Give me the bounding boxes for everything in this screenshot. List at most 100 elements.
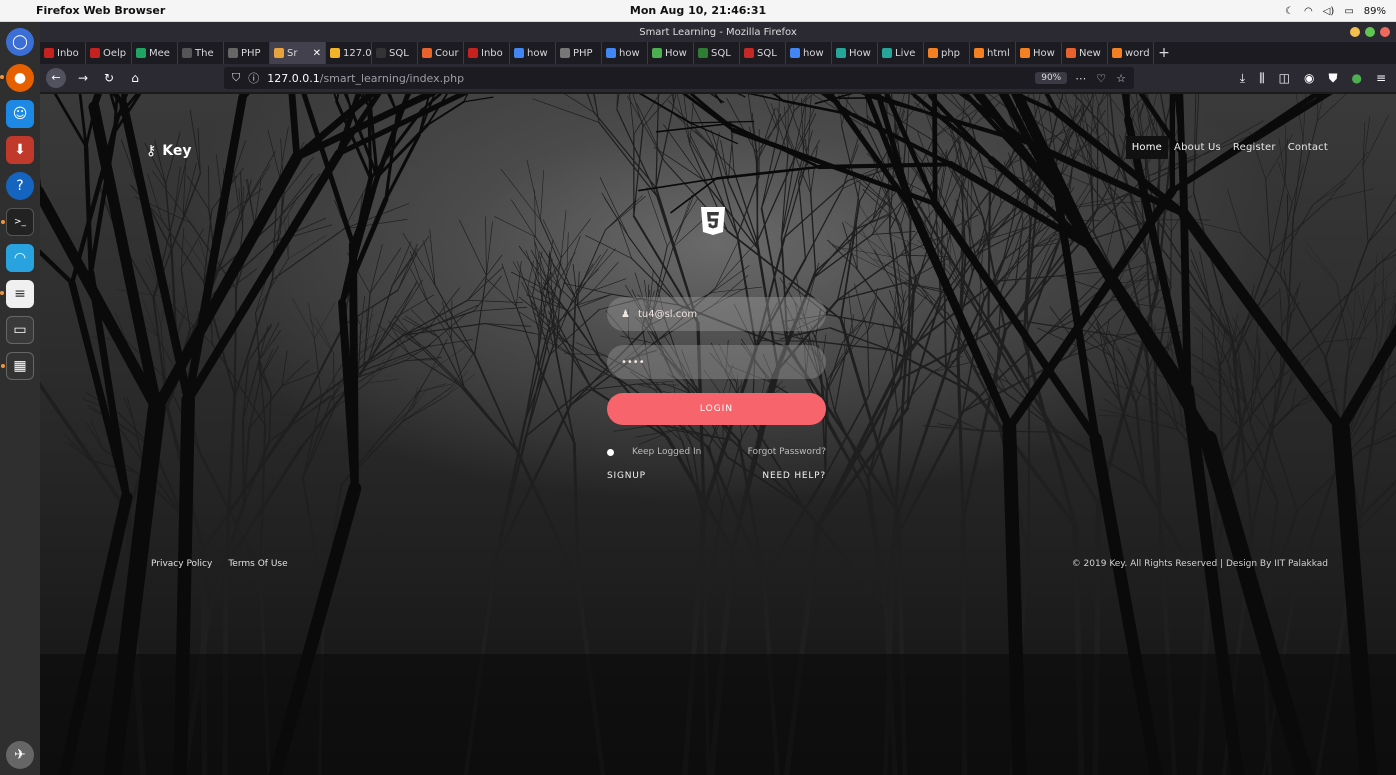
browser-tab[interactable]: Oelp — [86, 42, 132, 64]
bookmark-star-icon[interactable]: ☆ — [1116, 72, 1126, 85]
back-button[interactable]: ← — [46, 68, 66, 88]
page-icon — [560, 48, 570, 58]
firefox-icon[interactable]: ● — [0, 64, 34, 92]
browser-tab[interactable]: Mee — [132, 42, 178, 64]
email-input[interactable] — [637, 308, 808, 320]
browser-tab[interactable]: How — [832, 42, 878, 64]
browser-tab[interactable]: how — [510, 42, 556, 64]
account-icon[interactable]: ◉ — [1304, 71, 1314, 86]
home-button[interactable]: ⌂ — [126, 71, 144, 85]
launchpad-icon[interactable]: ✈ — [6, 741, 34, 769]
moon-icon[interactable]: ☾ — [1285, 6, 1294, 17]
browser-tab[interactable]: PHP — [224, 42, 270, 64]
library-icon[interactable]: ⫼ — [1259, 71, 1265, 86]
terms-of-use-link[interactable]: Terms Of Use — [228, 559, 287, 569]
tab-label: PHP — [241, 47, 261, 59]
calculator-icon[interactable]: ▦ — [1, 352, 34, 380]
sidebar-icon[interactable]: ◫ — [1279, 71, 1290, 86]
close-button[interactable] — [1380, 27, 1390, 37]
downloads-icon[interactable]: ⤓ — [1240, 71, 1245, 86]
software-install-icon[interactable]: ⬇ — [6, 136, 34, 164]
tab-bar: Inbo Oelp Mee The PHP Sr ✕ 127.0 SQL Cour Inbo how P… — [40, 42, 1396, 64]
nav-register[interactable]: Register — [1227, 136, 1282, 159]
zoom-level[interactable]: 90% — [1035, 72, 1068, 84]
nav-about-us[interactable]: About Us — [1168, 136, 1227, 159]
login-form: ♟ LOGIN Keep Logged In Forgot Password? … — [607, 297, 826, 481]
ublock-icon[interactable]: ⛊ — [1328, 71, 1337, 86]
help-icon[interactable]: ? — [6, 172, 34, 200]
page-actions-icon[interactable]: ⋯ — [1075, 72, 1086, 85]
browser-tab[interactable]: Inbo — [464, 42, 510, 64]
login-links: SIGNUP NEED HELP? — [607, 471, 826, 481]
nav-contact[interactable]: Contact — [1282, 136, 1334, 159]
browser-tab[interactable]: PHP — [556, 42, 602, 64]
signup-link[interactable]: SIGNUP — [607, 471, 646, 481]
chromium-icon[interactable]: ◯ — [6, 28, 34, 56]
battery-icon[interactable]: ▭ — [1344, 6, 1353, 17]
leaf-icon — [652, 48, 662, 58]
text-editor-icon[interactable]: ≡ — [0, 280, 34, 308]
site-logo[interactable]: ⚷ Key — [146, 143, 192, 159]
new-tab-button[interactable]: + — [1154, 42, 1174, 64]
password-field[interactable] — [607, 345, 826, 379]
browser-tab[interactable]: how — [602, 42, 648, 64]
terminal-icon[interactable]: >_ — [1, 208, 34, 236]
browser-tab[interactable]: how — [786, 42, 832, 64]
maximize-button[interactable] — [1365, 27, 1375, 37]
forgot-password-link[interactable]: Forgot Password? — [748, 447, 826, 457]
system-menubar: Firefox Web Browser Mon Aug 10, 21:46:31… — [0, 0, 1396, 22]
menu-icon[interactable]: ≡ — [1376, 71, 1386, 86]
browser-tab[interactable]: How — [1016, 42, 1062, 64]
tab-close-icon[interactable]: ✕ — [313, 48, 321, 59]
shield-icon[interactable]: ⛉ — [232, 71, 240, 85]
tab-label: New — [1079, 47, 1101, 59]
pocket-icon[interactable]: ♡ — [1096, 72, 1106, 85]
browser-tab[interactable]: word — [1108, 42, 1154, 64]
volume-icon[interactable]: ◁) — [1323, 6, 1335, 17]
login-button[interactable]: LOGIN — [607, 393, 826, 425]
page-icon — [228, 48, 238, 58]
wifi-settings-icon[interactable]: ◠ — [6, 244, 34, 272]
tab-label: Mee — [149, 47, 170, 59]
finder-icon[interactable]: ☺ — [6, 100, 34, 128]
browser-tab[interactable]: Inbo — [40, 42, 86, 64]
browser-tab[interactable]: The — [178, 42, 224, 64]
status-area: ☾ ◠ ◁) ▭ 89% — [1285, 0, 1386, 22]
need-help-link[interactable]: NEED HELP? — [762, 471, 826, 481]
info-icon[interactable]: ⓘ — [248, 70, 259, 86]
browser-tab[interactable]: 127.0 — [326, 42, 372, 64]
browser-tab[interactable]: SQL — [740, 42, 786, 64]
password-input[interactable] — [621, 356, 791, 368]
browser-tab[interactable]: New — [1062, 42, 1108, 64]
browser-tab[interactable]: SQL — [694, 42, 740, 64]
do-icon — [744, 48, 754, 58]
privacy-policy-link[interactable]: Privacy Policy — [151, 559, 212, 569]
browser-tab[interactable]: Cour — [418, 42, 464, 64]
browser-tab[interactable]: SQL — [372, 42, 418, 64]
active-app-name[interactable]: Firefox Web Browser — [36, 4, 165, 17]
tab-label: php — [941, 47, 961, 59]
tab-label: How — [1033, 47, 1055, 59]
tab-label: The — [195, 47, 214, 59]
reload-button[interactable]: ↻ — [100, 71, 118, 85]
nav-home[interactable]: Home — [1125, 136, 1169, 159]
forward-button[interactable]: → — [74, 71, 92, 85]
terminal2-icon[interactable]: ▭ — [6, 316, 34, 344]
browser-tab[interactable]: How — [648, 42, 694, 64]
browser-tab[interactable]: Sr ✕ — [270, 42, 326, 64]
browser-tab[interactable]: php — [924, 42, 970, 64]
browser-tab[interactable]: Live — [878, 42, 924, 64]
grammarly-icon[interactable]: ● — [1351, 71, 1361, 86]
wifi-icon[interactable]: ◠ — [1304, 6, 1313, 17]
url-bar[interactable]: ⛉ ⓘ 127.0.0.1/smart_learning/index.php 9… — [224, 67, 1134, 89]
email-field[interactable]: ♟ — [607, 297, 826, 331]
tab-label: Cour — [435, 47, 459, 59]
tab-label: how — [527, 47, 548, 59]
browser-tab[interactable]: html — [970, 42, 1016, 64]
key-icon: ⚷ — [146, 143, 157, 159]
tab-label: SQL — [757, 47, 777, 59]
keep-logged-in-label[interactable]: Keep Logged In — [632, 447, 701, 457]
keep-logged-in-checkbox[interactable] — [607, 448, 614, 456]
minimize-button[interactable] — [1350, 27, 1360, 37]
tab-label: How — [665, 47, 687, 59]
